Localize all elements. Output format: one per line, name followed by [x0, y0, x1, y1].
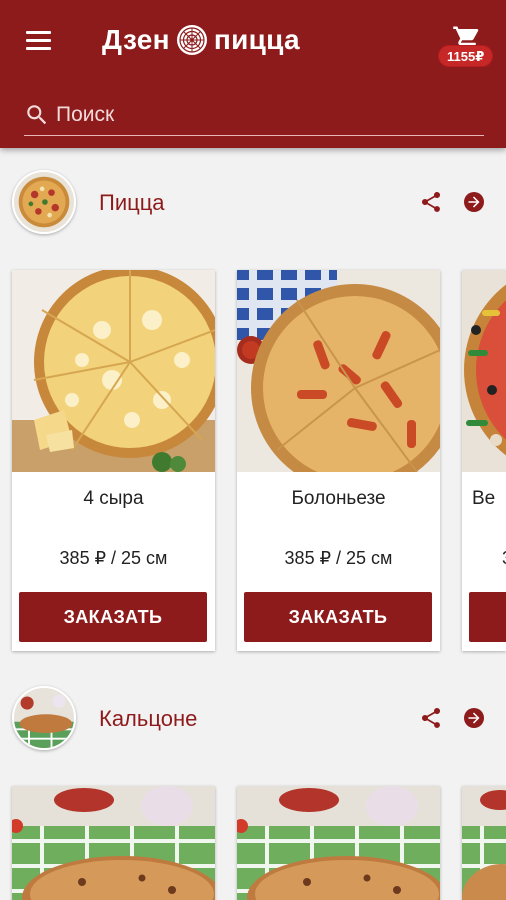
search-bar[interactable] — [24, 94, 484, 136]
order-button[interactable]: ЗАКАЗАТЬ — [19, 592, 207, 642]
product-card[interactable] — [12, 786, 215, 900]
menu-icon — [26, 31, 51, 34]
product-image — [462, 786, 506, 900]
menu-icon-line — [26, 47, 51, 50]
brand-word-right: пицца — [213, 24, 300, 55]
brand-logo: Дзен пицца — [102, 18, 300, 62]
category-header-calzone[interactable]: Кальцоне — [0, 686, 506, 752]
product-image — [237, 270, 440, 472]
product-price: 385 ₽ / 25 см — [59, 548, 168, 568]
search-icon — [27, 104, 47, 124]
category-header-pizza[interactable]: Пицца — [0, 170, 506, 236]
product-image — [12, 270, 215, 472]
arrow-forward-icon[interactable] — [462, 190, 486, 214]
product-name: 4 сыра — [83, 488, 144, 509]
product-card[interactable]: Ве 3 — [462, 270, 506, 651]
brand-word-left: Дзен — [102, 24, 170, 55]
product-image — [237, 786, 440, 900]
product-price: 385 ₽ / 25 см — [284, 548, 393, 568]
menu-button[interactable] — [22, 26, 56, 54]
category-title: Кальцоне — [99, 706, 198, 731]
category-image-pizza — [12, 170, 76, 234]
product-name: Болоньезе — [291, 488, 386, 509]
menu-icon-line — [26, 39, 51, 42]
cart-total-badge[interactable]: 1155₽ — [438, 45, 494, 67]
product-name: Ве — [472, 488, 496, 509]
product-card[interactable]: Болоньезе 385 ₽ / 25 см ЗАКАЗАТЬ — [237, 270, 440, 651]
pizza-logo-icon — [176, 25, 207, 55]
share-icon[interactable] — [419, 706, 443, 730]
product-card[interactable] — [237, 786, 440, 900]
product-card[interactable]: 4 сыра 385 ₽ / 25 см ЗАКАЗАТЬ — [12, 270, 215, 651]
arrow-forward-icon[interactable] — [462, 706, 486, 730]
product-image — [462, 270, 506, 472]
category-title: Пицца — [99, 190, 165, 215]
search-input[interactable] — [56, 102, 456, 127]
share-icon[interactable] — [419, 190, 443, 214]
category-image-calzone — [12, 686, 76, 750]
product-card[interactable] — [462, 786, 506, 900]
order-button[interactable]: ЗАКАЗАТЬ — [244, 592, 432, 642]
product-image — [12, 786, 215, 900]
order-button[interactable] — [469, 592, 506, 642]
product-price: 3 — [502, 548, 506, 569]
app-bar: Дзен пицца 1155₽ — [0, 0, 506, 148]
